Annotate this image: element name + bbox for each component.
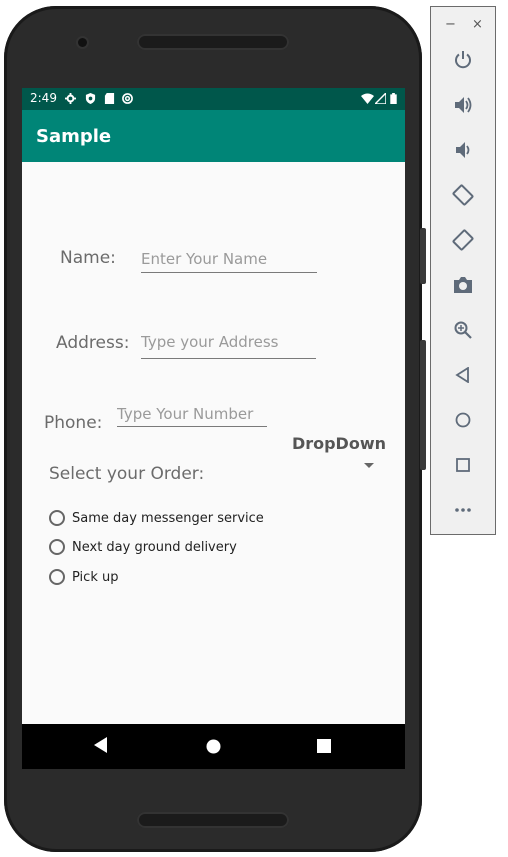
- radio-option-label: Next day ground delivery: [72, 539, 237, 555]
- volume-up-icon: [455, 97, 472, 113]
- phone-input[interactable]: [117, 405, 267, 423]
- back-icon: [455, 367, 469, 383]
- overview-icon: [456, 458, 470, 472]
- home-button[interactable]: [451, 408, 475, 432]
- name-label: Name:: [60, 248, 116, 268]
- zoom-button[interactable]: [451, 318, 475, 342]
- screenshot-button[interactable]: [451, 273, 475, 297]
- sd-card-icon: [104, 93, 115, 104]
- volume-up-button[interactable]: [451, 93, 475, 117]
- overview-button[interactable]: [451, 453, 475, 477]
- radio-option-label: Pick up: [72, 569, 119, 585]
- address-input[interactable]: [141, 333, 316, 351]
- bottom-speaker: [137, 812, 289, 828]
- order-label: Select your Order:: [49, 464, 205, 484]
- radio-option-next-day[interactable]: Next day ground delivery: [49, 536, 237, 558]
- name-input[interactable]: [141, 250, 317, 268]
- nav-overview-icon[interactable]: [317, 739, 331, 753]
- settings-icon: [65, 93, 76, 104]
- wifi-icon: [361, 93, 374, 104]
- address-field-wrapper: [141, 332, 316, 359]
- zoom-icon: [454, 321, 472, 339]
- app-bar: Sample: [22, 110, 405, 162]
- home-icon: [455, 412, 471, 428]
- phone-side-button: [420, 340, 426, 470]
- radio-button[interactable]: [49, 539, 65, 555]
- name-field-wrapper: [141, 249, 317, 273]
- front-camera: [78, 38, 87, 47]
- status-time: 2:49: [30, 91, 57, 105]
- phone-label: Phone:: [44, 413, 103, 433]
- address-label: Address:: [56, 333, 130, 353]
- dropdown-arrow-icon: [364, 463, 374, 468]
- volume-down-button[interactable]: [451, 138, 475, 162]
- back-button[interactable]: [451, 363, 475, 387]
- radio-button[interactable]: [49, 510, 65, 526]
- shield-icon: [85, 93, 96, 104]
- rotate-right-button[interactable]: [451, 228, 475, 252]
- status-bar: 2:49: [22, 88, 405, 110]
- rotate-right-icon: [452, 229, 474, 251]
- camera-icon: [454, 277, 472, 293]
- power-icon: [455, 51, 471, 69]
- minimize-button[interactable]: −: [445, 17, 456, 32]
- nav-home-icon[interactable]: [206, 739, 221, 754]
- at-sign-icon: [122, 93, 133, 104]
- emulator-toolbar: − ×: [430, 6, 496, 535]
- radio-option-label: Same day messenger service: [72, 510, 264, 526]
- navigation-bar: [22, 724, 405, 769]
- radio-button[interactable]: [49, 569, 65, 585]
- battery-icon: [390, 93, 397, 104]
- nav-back-icon[interactable]: [94, 737, 108, 753]
- radio-option-pick-up[interactable]: Pick up: [49, 566, 118, 588]
- dropdown-label: DropDown: [291, 434, 386, 453]
- rotate-left-icon: [452, 184, 474, 206]
- rotate-left-button[interactable]: [451, 183, 475, 207]
- device-screen: 2:49 Sample Name: Address: Phone: DropDo…: [22, 88, 405, 769]
- signal-icon: [375, 93, 386, 104]
- top-speaker: [137, 34, 289, 50]
- radio-option-same-day[interactable]: Same day messenger service: [49, 507, 264, 529]
- app-title: Sample: [36, 126, 112, 147]
- phone-volume-button: [420, 228, 426, 284]
- order-dropdown[interactable]: DropDown: [291, 434, 386, 474]
- more-icon: [455, 508, 471, 512]
- more-button[interactable]: [451, 498, 475, 522]
- phone-field-wrapper: [117, 404, 267, 427]
- power-button[interactable]: [451, 48, 475, 72]
- volume-down-icon: [456, 142, 470, 158]
- close-button[interactable]: ×: [472, 17, 483, 32]
